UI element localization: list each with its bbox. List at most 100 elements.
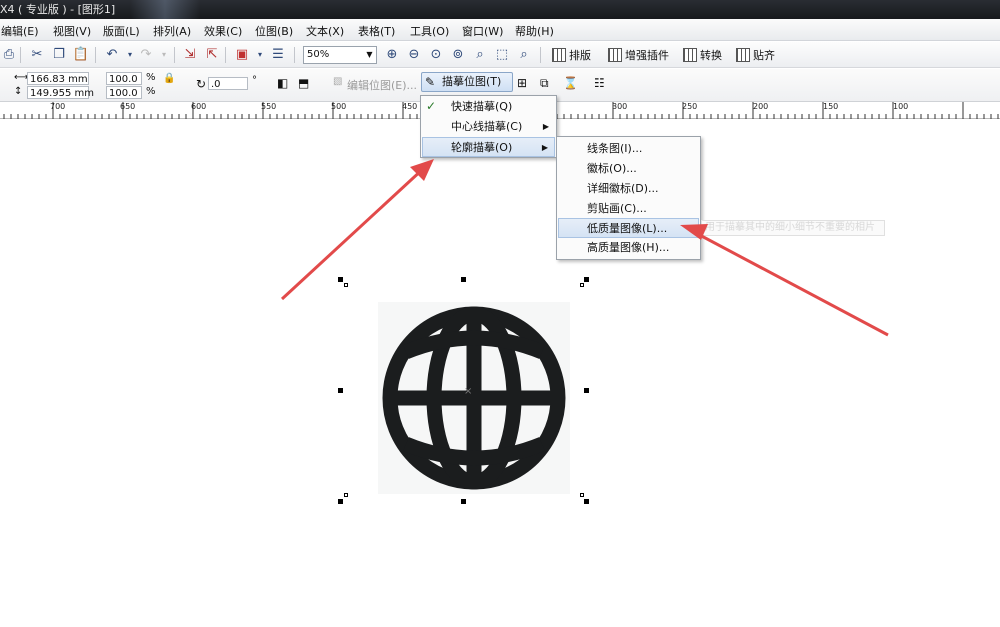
zoom-selected-icon[interactable]: ⊙ (427, 46, 445, 64)
mirror-vertical-icon[interactable]: ⬒ (298, 76, 309, 90)
trace-bitmap-menu: ✓ 快速描摹(Q) 中心线描摹(C) ▶ 轮廓描摹(O) ▶ (420, 95, 557, 158)
export-icon[interactable]: ⇱ (203, 46, 221, 64)
height-field[interactable]: 149.955 mm (27, 86, 94, 99)
globe-icon (382, 306, 566, 490)
ruler-label: 200 (753, 102, 769, 111)
node-handle[interactable] (344, 493, 348, 497)
node-handle[interactable] (580, 283, 584, 287)
welcome-screen-icon[interactable]: ☰ (269, 46, 287, 64)
selection-handle[interactable] (338, 388, 343, 393)
scale-x-unit: % (146, 72, 156, 83)
node-handle[interactable] (580, 493, 584, 497)
bitmap-color-mask-icon[interactable]: ⌛ (563, 76, 578, 90)
ruler-label: 700 (50, 102, 66, 111)
ruler-label: 250 (682, 102, 698, 111)
chevron-down-icon: ▼ (366, 50, 373, 59)
typesetting-icon (552, 48, 566, 62)
import-icon[interactable]: ⇲ (181, 46, 199, 64)
lock-ratio-icon[interactable]: 🔒 (163, 73, 175, 84)
redo-icon[interactable]: ↷ (137, 46, 155, 64)
clipart-item[interactable]: 剪贴画(C)... (558, 199, 699, 219)
trace-bitmap-button[interactable]: ✎ 描摹位图(T) (421, 72, 513, 92)
standard-toolbar: ⎙ ✂ ❐ 📋 ↶ ▾ ↷ ▾ ⇲ ⇱ ▣ ▾ ☰ 50% ▼ ⊕ ⊖ ⊙ ⊚ … (0, 42, 1000, 68)
ruler-label: 600 (191, 102, 207, 111)
center-mark-icon: × (464, 386, 472, 397)
quick-trace-item[interactable]: 快速描摹(Q) (422, 97, 555, 117)
high-quality-image-item[interactable]: 高质量图像(H)... (558, 238, 699, 258)
menu-view[interactable]: 视图(V) (53, 23, 91, 39)
selection-handle[interactable] (338, 277, 343, 282)
ruler-label: 150 (823, 102, 839, 111)
menu-layout[interactable]: 版面(L) (103, 23, 140, 39)
selection-handle[interactable] (461, 277, 466, 282)
scale-x-field[interactable]: 100.0 (106, 72, 142, 85)
scale-y-field[interactable]: 100.0 (106, 86, 142, 99)
menu-effects[interactable]: 效果(C) (204, 23, 242, 39)
selection-handle[interactable] (584, 388, 589, 393)
width-field[interactable]: 166.83 mm (27, 72, 89, 85)
edit-bitmap-icon: ▧ (333, 76, 343, 87)
print-icon[interactable]: ⎙ (0, 46, 18, 64)
resample-icon[interactable]: ⊞ (517, 76, 527, 90)
plugin-convert[interactable]: 转换 (683, 47, 722, 63)
launcher-dropdown-icon[interactable]: ▾ (251, 46, 269, 64)
zoom-page-width-icon[interactable]: ⬚ (493, 46, 511, 64)
submenu-arrow-icon: ▶ (542, 122, 549, 131)
menu-table[interactable]: 表格(T) (358, 23, 395, 39)
zoom-page-icon[interactable]: ⌕ (471, 46, 489, 64)
trace-bitmap-icon: ✎ (425, 75, 436, 89)
tooltip: 用于描摹其中的细小细节不重要的相片 (701, 220, 885, 236)
menu-help[interactable]: 帮助(H) (515, 23, 554, 39)
plugin-snap[interactable]: 贴齐 (736, 47, 775, 63)
selection-handle[interactable] (584, 499, 589, 504)
menu-edit[interactable]: 编辑(E) (1, 23, 39, 39)
outline-trace-item[interactable]: 轮廓描摹(O) ▶ (422, 137, 555, 157)
globe-bitmap[interactable]: × (378, 302, 570, 494)
rotation-field[interactable]: .0 (208, 77, 248, 90)
zoom-out-icon[interactable]: ⊖ (405, 46, 423, 64)
ruler-label: 100 (893, 102, 909, 111)
ruler-label: 650 (120, 102, 136, 111)
window-title: X4 ( 专业版 ) - [图形1] (0, 3, 116, 16)
zoom-level-value: 50% (307, 49, 330, 60)
menu-bar: 编辑(E) 视图(V) 版面(L) 排列(A) 效果(C) 位图(B) 文本(X… (0, 19, 1000, 41)
edit-bitmap-button[interactable]: 编辑位图(E)... (347, 77, 417, 93)
cut-icon[interactable]: ✂ (28, 46, 46, 64)
crop-bitmap-icon[interactable]: ⧉ (540, 76, 549, 91)
trace-bitmap-label: 描摹位图(T) (442, 75, 502, 88)
menu-text[interactable]: 文本(X) (306, 23, 344, 39)
zoom-page-height-icon[interactable]: ⌕ (515, 46, 533, 64)
ruler-label: 300 (612, 102, 628, 111)
menu-bitmaps[interactable]: 位图(B) (255, 23, 293, 39)
low-quality-image-item[interactable]: 低质量图像(L)... (558, 218, 699, 238)
plugin-typesetting[interactable]: 排版 (552, 47, 591, 63)
menu-window[interactable]: 窗口(W) (462, 23, 503, 39)
zoom-all-objects-icon[interactable]: ⊚ (449, 46, 467, 64)
application-launcher-icon[interactable]: ▣ (233, 46, 251, 64)
zoom-level-select[interactable]: 50% ▼ (303, 46, 377, 64)
plugin-enhance[interactable]: 增强插件 (608, 47, 669, 63)
ruler-label: 550 (261, 102, 277, 111)
zoom-in-icon[interactable]: ⊕ (383, 46, 401, 64)
selection-handle[interactable] (584, 277, 589, 282)
redo-dropdown-icon[interactable]: ▾ (155, 46, 173, 64)
line-art-item[interactable]: 线条图(I)... (558, 139, 699, 159)
undo-icon[interactable]: ↶ (103, 46, 121, 64)
node-handle[interactable] (344, 283, 348, 287)
logo-item[interactable]: 徽标(O)... (558, 159, 699, 179)
paste-icon[interactable]: 📋 (72, 46, 90, 64)
wrap-text-icon[interactable]: ☷ (594, 76, 605, 90)
outline-trace-submenu: 线条图(I)... 徽标(O)... 详细徽标(D)... 剪贴画(C)... … (556, 136, 701, 260)
selection-handle[interactable] (461, 499, 466, 504)
title-glow (130, 0, 200, 19)
menu-tools[interactable]: 工具(O) (410, 23, 449, 39)
selection-handle[interactable] (338, 499, 343, 504)
mirror-horizontal-icon[interactable]: ◧ (277, 76, 288, 90)
ruler-label: 450 (402, 102, 418, 111)
copy-icon[interactable]: ❐ (50, 46, 68, 64)
height-icon: ↕ (14, 86, 23, 97)
detailed-logo-item[interactable]: 详细徽标(D)... (558, 179, 699, 199)
centerline-trace-item[interactable]: 中心线描摹(C) ▶ (422, 117, 555, 137)
menu-arrange[interactable]: 排列(A) (153, 23, 191, 39)
scale-y-unit: % (146, 86, 156, 97)
